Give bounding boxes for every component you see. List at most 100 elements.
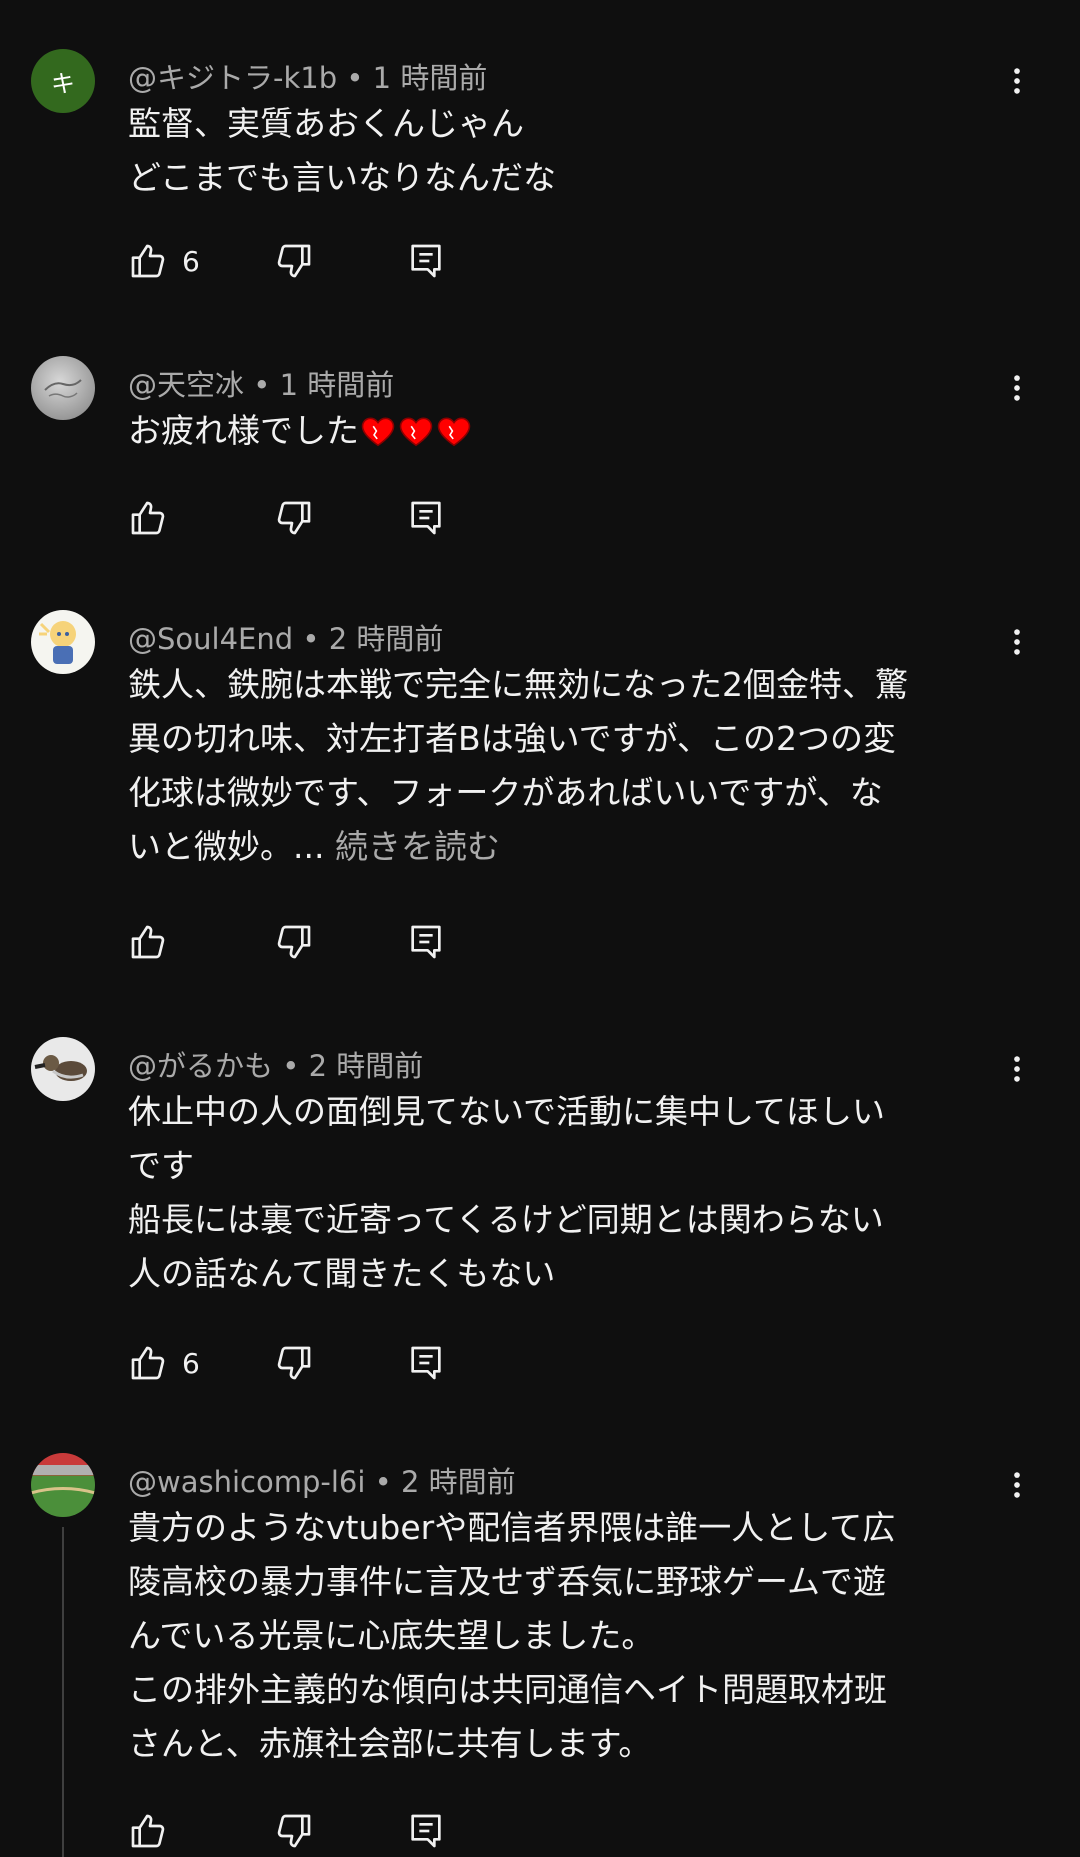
more-options-button[interactable] <box>1000 61 1034 101</box>
meta-separator: • <box>282 1049 309 1083</box>
thumbs-up-icon <box>128 241 168 281</box>
comment-line: 監督、実質あおくんじゃん <box>128 104 524 143</box>
like-count: 6 <box>182 1346 200 1380</box>
comment-item: @Soul4End • 2 時間前 鉄人、鉄腕は本戦で完全に無効になった2個金特… <box>0 610 1080 970</box>
comment-meta: @天空冰 • 1 時間前 <box>128 362 394 404</box>
comment-time[interactable]: 2 時間前 <box>401 1465 516 1499</box>
like-button[interactable] <box>128 496 168 540</box>
comment-line: 化球は微妙です、フォークがあればいいですが、な <box>128 773 883 812</box>
comment-line: 異の切れ味、対左打者Bは強いですが、この2つの変 <box>128 719 896 758</box>
dislike-button[interactable] <box>274 496 314 540</box>
like-button[interactable]: 6 <box>128 239 200 283</box>
heart-emoji-icon <box>435 412 473 450</box>
comment-line: この排外主義的な傾向は共同通信ヘイト問題取材班 <box>128 1670 887 1709</box>
comment-line: 船長には裏で近寄ってくるけど同期とは関わらない <box>128 1200 884 1239</box>
comment-item: @がるかも • 2 時間前 休止中の人の面倒見てないで活動に集中してほしい です… <box>0 1037 1080 1380</box>
reply-icon <box>406 1811 446 1851</box>
more-vert-icon <box>1000 1468 1034 1502</box>
heart-emoji-icon <box>359 412 397 450</box>
avatar[interactable] <box>31 356 95 420</box>
comment-actions <box>128 496 468 540</box>
reply-icon <box>406 241 446 281</box>
avatar[interactable] <box>31 1453 95 1517</box>
comment-author[interactable]: @キジトラ-k1b <box>128 61 337 95</box>
comment-meta: @がるかも • 2 時間前 <box>128 1043 423 1085</box>
meta-separator: • <box>374 1465 401 1499</box>
comment-author[interactable]: @washicomp-l6i <box>128 1465 365 1499</box>
comment-author[interactable]: @がるかも <box>128 1049 273 1083</box>
comment-author[interactable]: @天空冰 <box>128 368 244 402</box>
like-count: 6 <box>182 244 200 278</box>
reply-button[interactable] <box>406 239 446 283</box>
thumbs-down-icon <box>274 241 314 281</box>
comment-line-text: いと微妙。... <box>128 827 325 866</box>
more-vert-icon <box>1000 371 1034 405</box>
comment-actions: 6 <box>128 1341 468 1385</box>
comment-actions <box>128 1809 468 1853</box>
comment-line-text: お疲れ様でした <box>128 411 359 450</box>
dislike-button[interactable] <box>274 920 314 964</box>
like-button[interactable]: 6 <box>128 1341 200 1385</box>
more-options-button[interactable] <box>1000 1049 1034 1089</box>
comment-time[interactable]: 1 時間前 <box>373 61 488 95</box>
comment-meta: @キジトラ-k1b • 1 時間前 <box>128 55 487 97</box>
comment-time[interactable]: 2 時間前 <box>329 622 444 656</box>
avatar[interactable] <box>31 1037 95 1101</box>
heart-emoji-icon <box>397 412 435 450</box>
read-more-link[interactable]: 続きを読む <box>335 827 500 866</box>
comment-line: いと微妙。... 続きを読む <box>128 820 1008 874</box>
comment-item: @天空冰 • 1 時間前 お疲れ様でした <box>0 356 1080 546</box>
comment-meta: @Soul4End • 2 時間前 <box>128 616 443 658</box>
reply-button[interactable] <box>406 496 446 540</box>
dislike-button[interactable] <box>274 239 314 283</box>
thumbs-up-icon <box>128 1343 168 1383</box>
more-options-button[interactable] <box>1000 368 1034 408</box>
avatar[interactable]: キ <box>31 49 95 113</box>
comment-actions <box>128 920 468 964</box>
thumbs-up-icon <box>128 498 168 538</box>
more-vert-icon <box>1000 625 1034 659</box>
more-vert-icon <box>1000 64 1034 98</box>
comment-time[interactable]: 2 時間前 <box>309 1049 424 1083</box>
thumbs-down-icon <box>274 922 314 962</box>
thumbs-up-icon <box>128 922 168 962</box>
comment-line: 貴方のようなvtuberや配信者界隈は誰一人として広 <box>128 1508 896 1547</box>
comment-item: キ @キジトラ-k1b • 1 時間前 監督、実質あおくんじゃん どこまでも言い… <box>0 49 1080 289</box>
meta-separator: • <box>253 368 280 402</box>
more-vert-icon <box>1000 1052 1034 1086</box>
reply-icon <box>406 1343 446 1383</box>
comment-line: 人の話なんて聞きたくもない <box>128 1254 556 1293</box>
comment-meta: @washicomp-l6i • 2 時間前 <box>128 1459 516 1501</box>
avatar-image <box>31 1465 95 1495</box>
comment-line: さんと、赤旗社会部に共有します。 <box>128 1724 652 1763</box>
comment-text: 貴方のようなvtuberや配信者界隈は誰一人として広 陵高校の暴力事件に言及せず… <box>128 1501 1008 1771</box>
comment-text: 休止中の人の面倒見てないで活動に集中してほしい です 船長には裏で近寄ってくるけ… <box>128 1085 1008 1301</box>
reply-button[interactable] <box>406 1341 446 1385</box>
comment-line: んでいる光景に心底失望しました。 <box>128 1616 655 1655</box>
comment-text: 監督、実質あおくんじゃん どこまでも言いなりなんだな <box>128 97 1008 205</box>
emoji-group <box>359 411 473 450</box>
like-button[interactable] <box>128 1809 168 1853</box>
comment-line: お疲れ様でした <box>128 404 1008 458</box>
avatar[interactable] <box>31 610 95 674</box>
dislike-button[interactable] <box>274 1341 314 1385</box>
like-button[interactable] <box>128 920 168 964</box>
more-options-button[interactable] <box>1000 622 1034 662</box>
reply-button[interactable] <box>406 920 446 964</box>
comment-line: 鉄人、鉄腕は本戦で完全に無効になった2個金特、驚 <box>128 665 908 704</box>
comment-actions: 6 <box>128 239 468 283</box>
comment-line: 陵高校の暴力事件に言及せず呑気に野球ゲームで遊 <box>128 1562 887 1601</box>
thumbs-down-icon <box>274 498 314 538</box>
reply-button[interactable] <box>406 1809 446 1853</box>
comment-item: @washicomp-l6i • 2 時間前 貴方のようなvtuberや配信者界… <box>0 1453 1080 1857</box>
meta-separator: • <box>302 622 329 656</box>
thread-line <box>62 1527 64 1857</box>
more-options-button[interactable] <box>1000 1465 1034 1505</box>
comment-author[interactable]: @Soul4End <box>128 622 293 656</box>
comment-time[interactable]: 1 時間前 <box>280 368 395 402</box>
dislike-button[interactable] <box>274 1809 314 1853</box>
comment-text: お疲れ様でした <box>128 404 1008 458</box>
comment-line: です <box>128 1146 194 1185</box>
comment-line: どこまでも言いなりなんだな <box>128 158 557 197</box>
comment-line: 休止中の人の面倒見てないで活動に集中してほしい <box>128 1092 886 1131</box>
